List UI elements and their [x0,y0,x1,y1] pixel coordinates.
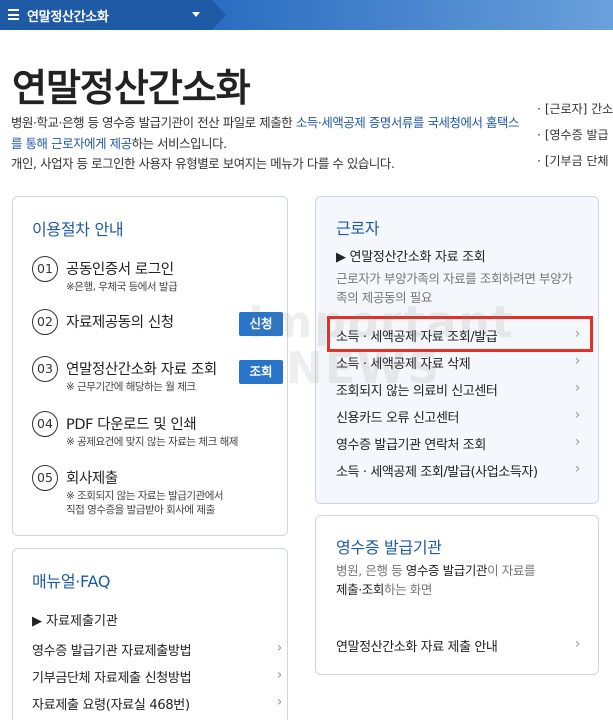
worker-link-item[interactable]: 조회되지 않는 의료비 신고센터 › [336,380,580,399]
faq-link-label[interactable]: 기부금단체 자료제출 신청방법 [32,671,192,686]
faq-link-label[interactable]: 자료제출 요령(자료실 468번) [32,698,190,713]
chevron-right-icon: › [574,434,581,450]
step-note-2: 직접 영수증을 발급받아 회사에 제출 [66,504,215,516]
worker-link-label[interactable]: 소득 · 세액공제 조회/발급(사업소득자) [336,465,538,480]
worker-link-label[interactable]: 소득 · 세액공제 자료 삭제 [336,357,471,372]
steps-title: 이용절차 안내 [32,220,124,239]
step-number: 05 [32,465,58,491]
chevron-right-icon: › [276,667,283,683]
faq-link-item[interactable]: 영수증 발급기관 자료제출방법 › [32,640,282,659]
top-bar: 연말정산간소화 [0,0,613,30]
chevron-right-icon: › [276,640,283,656]
inquiry-button[interactable]: 조회 [239,360,283,384]
step-note: ※ 근무기간에 해당하는 월 체크 [66,381,196,393]
worker-link-item[interactable]: 소득 · 세액공제 자료 삭제 › [336,353,580,372]
highlight-annotation [327,316,593,352]
step-number: 03 [32,356,58,382]
chevron-right-icon: › [574,407,581,423]
worker-link-label[interactable]: 신용카드 오류 신고센터 [336,411,459,426]
issuer-desc-1: 병원, 은행 등 [336,563,406,578]
step-note: ※은행, 우체국 등에서 발급 [66,281,178,293]
worker-link-item[interactable]: 영수증 발급기관 연락처 조회 › [336,434,580,453]
issuer-title: 영수증 발급기관 [336,538,442,557]
worker-description: 근로자가 부양가족의 자료를 조회하려면 부양가족의 제공동의 필요 [336,271,573,305]
step-label: 자료제공동의 신청 [66,315,174,331]
page-title: 연말정산간소화 [12,66,251,110]
desc-text-1: 병원·학교·은행 등 영수증 발급기관이 전산 파일로 제출한 [11,115,296,130]
issuer-desc-3: 제출·조회 [336,582,384,597]
issuer-desc-2: 이 자료를 [487,563,536,578]
side-note[interactable]: [기부금 단체 [537,148,613,174]
issuer-description: 병원, 은행 등 영수증 발급기관이 자료를 제출·조회하는 화면 [336,561,576,599]
faq-link-item[interactable]: 기부금단체 자료제출 신청방법 › [32,667,282,686]
worker-link-label[interactable]: 조회되지 않는 의료비 신고센터 [336,384,498,399]
top-bar-background [212,0,613,30]
side-note[interactable]: [영수증 발급 [537,122,613,148]
step-label: 연말정산간소화 자료 조회 [66,362,217,378]
step-number: 02 [32,309,58,335]
faq-link-item[interactable]: 자료제출 요령(자료실 468번) › [32,694,282,713]
side-notes: [근로자] 간소 [영수증 발급 [기부금 단체 [537,96,613,174]
chevron-right-icon: › [574,636,581,652]
usage-steps-panel: 이용절차 안내 01 공동인증서 로그인 ※은행, 우체국 등에서 발급 02 … [12,196,288,536]
issuer-link-label[interactable]: 연말정산간소화 자료 제출 안내 [336,640,498,655]
issuer-desc-4: 하는 화면 [383,582,432,597]
page-description: 병원·학교·은행 등 영수증 발급기관이 전산 파일로 제출한 소득·세액공제 … [11,113,521,175]
chevron-right-icon: › [574,461,581,477]
worker-link-label[interactable]: 영수증 발급기관 연락처 조회 [336,438,486,453]
chevron-right-icon: › [574,380,581,396]
step-label: 공동인증서 로그인 [66,262,174,278]
worker-link-item[interactable]: 소득 · 세액공제 조회/발급(사업소득자) › [336,461,580,480]
side-note[interactable]: [근로자] 간소 [537,96,613,122]
step-label: 회사제출 [66,471,118,487]
faq-title: 매뉴얼·FAQ [32,572,111,591]
step-label: PDF 다운로드 및 인쇄 [66,417,197,433]
faq-link-label[interactable]: 영수증 발급기관 자료제출방법 [32,644,192,659]
worker-subheading: ▶ 연말정산간소화 자료 조회 [336,250,486,265]
chevron-down-icon[interactable] [192,12,200,17]
menu-title[interactable]: 연말정산간소화 [27,6,109,25]
issuer-link-item[interactable]: 연말정산간소화 자료 제출 안내 › [336,636,580,655]
desc-text-3: 개인, 사업자 등 로그인한 사용자 유형별로 보여지는 메뉴가 다를 수 있습… [11,156,395,171]
chevron-right-icon: › [574,353,581,369]
menu-dropdown[interactable]: 연말정산간소화 [0,0,226,30]
hamburger-icon[interactable] [8,9,19,20]
step-note: ※ 공제요건에 맞지 않는 자료는 체크 해제 [66,436,238,448]
step-number: 04 [32,411,58,437]
step-note: ※ 조회되지 않는 자료는 발급기관에서 [66,490,224,502]
issuer-desc-dark: 영수증 발급기관 [405,563,488,578]
faq-subheading: ▶ 자료제출기관 [32,614,118,629]
worker-title: 근로자 [336,219,380,238]
desc-text-2: 하는 서비스입니다. [131,135,227,151]
manual-faq-panel: 매뉴얼·FAQ ▶ 자료제출기관 영수증 발급기관 자료제출방법 › 기부금단체 … [12,548,288,720]
issuer-panel: 영수증 발급기관 병원, 은행 등 영수증 발급기관이 자료를 제출·조회하는 … [315,515,599,675]
apply-consent-button[interactable]: 신청 [239,312,283,336]
worker-link-item[interactable]: 신용카드 오류 신고센터 › [336,407,580,426]
chevron-right-icon: › [276,694,283,710]
step-number: 01 [32,256,58,282]
